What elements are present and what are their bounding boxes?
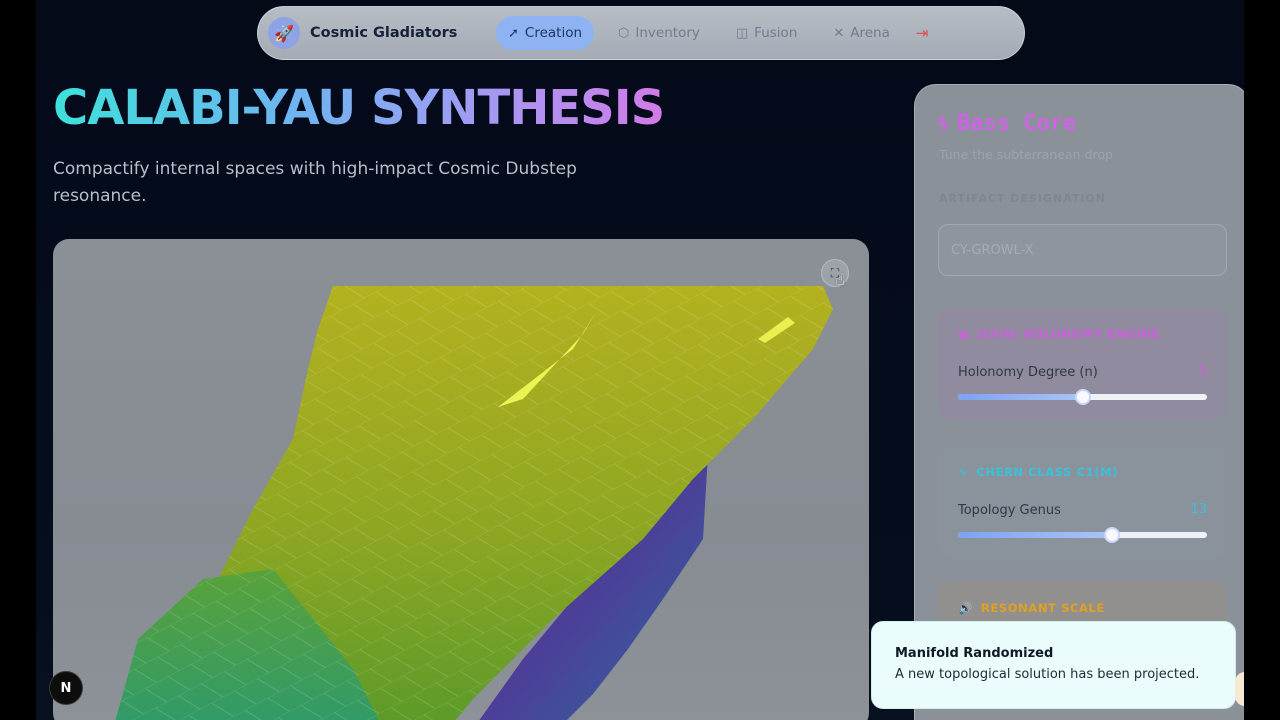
pulse-icon: ∿ xyxy=(958,465,969,479)
slider-thumb[interactable] xyxy=(1104,527,1121,543)
topology-genus-label: Topology Genus xyxy=(958,503,1061,518)
manifold-render xyxy=(115,286,833,720)
nav-item-creation[interactable]: ➚ Creation xyxy=(496,16,595,50)
panel-title-text: Bass Core xyxy=(957,111,1077,136)
layers-icon: ◫ xyxy=(735,25,749,41)
brand[interactable]: 🚀 Cosmic Gladiators xyxy=(268,17,496,49)
page-subtitle: Compactify internal spaces with high-imp… xyxy=(53,159,577,206)
holonomy-engine-card: ▣ SU(N) HOLONOMY ENGINE Holonomy Degree … xyxy=(938,307,1227,421)
logout-icon[interactable]: ⇥ xyxy=(916,24,929,42)
rocket-icon: 🚀 xyxy=(268,17,300,49)
holonomy-engine-title: SU(N) HOLONOMY ENGINE xyxy=(977,327,1160,341)
pointer-cursor-icon: ☝ xyxy=(835,270,845,289)
slider-thumb[interactable] xyxy=(1074,389,1091,405)
manifold-viewport[interactable]: ⛶ ☝ xyxy=(53,239,869,720)
slider-fill xyxy=(958,532,1113,538)
nav-item-fusion[interactable]: ◫ Fusion xyxy=(724,16,809,50)
brand-name: Cosmic Gladiators xyxy=(310,25,458,41)
lightning-icon: ϟ xyxy=(937,111,950,136)
nav-item-label: Creation xyxy=(524,25,583,41)
framework-badge[interactable]: N xyxy=(49,671,83,705)
chern-class-heading: ∿ CHERN CLASS C1(M) xyxy=(958,465,1118,479)
nav-item-label: Arena xyxy=(850,25,890,41)
toast-edge-tab[interactable] xyxy=(1235,672,1244,706)
crossed-swords-icon: ✕ xyxy=(833,25,845,41)
resonant-scale-heading: 🔊 RESONANT SCALE xyxy=(958,601,1105,615)
holonomy-degree-slider[interactable] xyxy=(958,389,1207,405)
chip-icon: ▣ xyxy=(958,327,970,341)
holonomy-degree-value: 5 xyxy=(1198,364,1207,379)
page-title: CALABI-YAU SYNTHESIS xyxy=(53,80,665,136)
holonomy-degree-label: Holonomy Degree (n) xyxy=(958,365,1098,380)
topology-genus-value: 13 xyxy=(1190,502,1207,517)
panel-title: ϟ Bass Core xyxy=(937,111,1076,136)
toast-notification: Manifold Randomized A new topological so… xyxy=(871,621,1236,709)
chern-class-title: CHERN CLASS C1(M) xyxy=(976,465,1118,479)
chern-class-card: ∿ CHERN CLASS C1(M) Topology Genus 13 xyxy=(938,445,1227,559)
resonant-scale-title: RESONANT SCALE xyxy=(980,601,1105,615)
panel-subtitle: Tune the subterranean drop xyxy=(939,147,1113,162)
nav-item-label: Inventory xyxy=(635,25,700,41)
holonomy-engine-heading: ▣ SU(N) HOLONOMY ENGINE xyxy=(958,327,1160,341)
rocket-icon: ➚ xyxy=(508,25,519,41)
artifact-designation-label: ARTIFACT DESIGNATION xyxy=(939,192,1106,205)
nav-item-inventory[interactable]: ⬡ Inventory xyxy=(606,16,712,50)
speaker-icon: 🔊 xyxy=(958,601,973,615)
app-stage: 🚀 Cosmic Gladiators ➚ Creation ⬡ Invento… xyxy=(36,0,1244,720)
top-nav: 🚀 Cosmic Gladiators ➚ Creation ⬡ Invento… xyxy=(257,6,1025,60)
cube-icon: ⬡ xyxy=(618,25,630,41)
toast-title: Manifold Randomized xyxy=(895,646,1054,661)
nav-item-arena[interactable]: ✕ Arena xyxy=(821,16,902,50)
nav-item-label: Fusion xyxy=(754,25,798,41)
topology-genus-slider[interactable] xyxy=(958,527,1207,543)
toast-body: A new topological solution has been proj… xyxy=(895,667,1200,682)
artifact-designation-input[interactable]: CY-GROWL-X xyxy=(938,224,1227,276)
slider-fill xyxy=(958,394,1083,400)
